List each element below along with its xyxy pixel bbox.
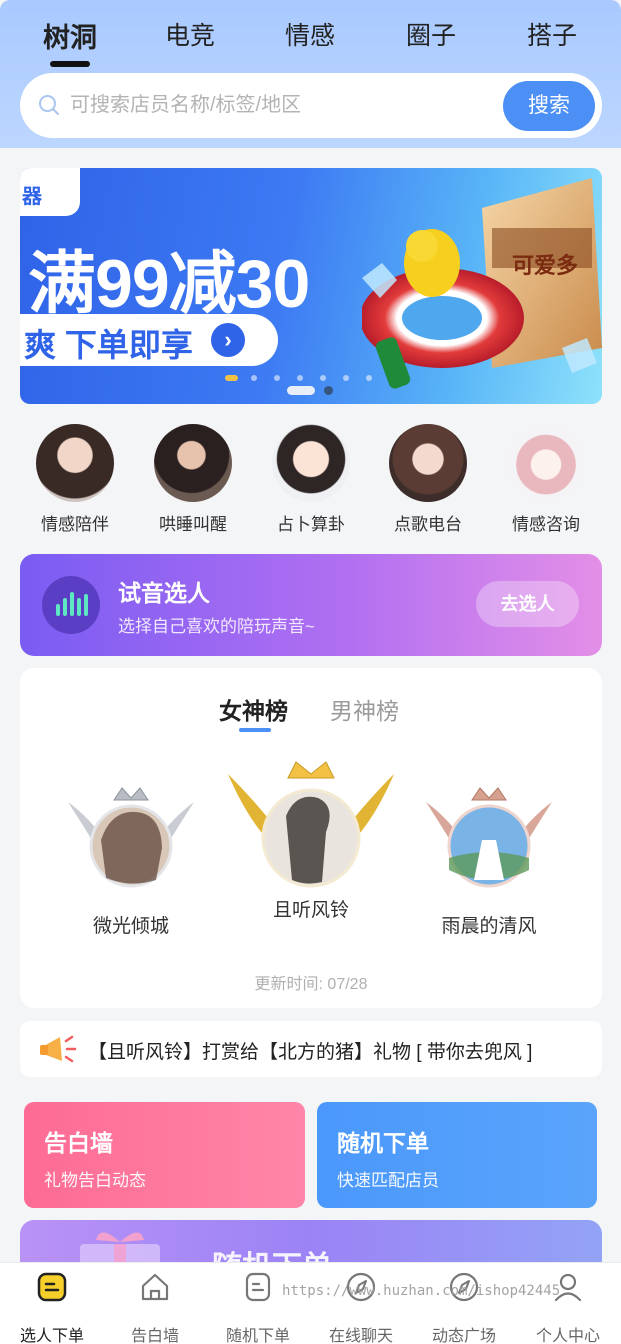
avatar (272, 424, 350, 502)
banner-tag: 器 (20, 168, 80, 216)
slide-dot[interactable] (297, 375, 303, 381)
avatar (507, 424, 585, 502)
top-header: 树洞 电竞 情感 圈子 搭子 搜索 (0, 0, 621, 148)
ice-cream-box-illustration: 可爱多 (362, 178, 602, 389)
nav-label: 随机下单 (225, 1328, 290, 1344)
chevron-right-icon: › (211, 323, 245, 357)
bronze-crown-icon (426, 787, 552, 888)
rank-third-name: 雨晨的清风 (441, 916, 537, 937)
order-icon (37, 1272, 67, 1302)
rank-updated-time: 更新时间: 07/28 (254, 976, 368, 993)
tab-quanzi[interactable]: 圈子 (386, 16, 476, 52)
search-button[interactable]: 搜索 (503, 81, 595, 131)
category-item[interactable]: 情感咨询 (496, 424, 596, 535)
category-label: 情感陪伴 (41, 515, 109, 534)
tab-dianjing[interactable]: 电竞 (145, 16, 235, 52)
category-label: 点歌电台 (394, 515, 462, 534)
sound-wave-icon (42, 576, 100, 634)
category-item[interactable]: 点歌电台 (378, 424, 478, 535)
watermark-text: https://www.huzhan.com/ishop42445 (282, 1283, 561, 1299)
card-title: 告白墙 (44, 1130, 113, 1156)
nav-label: 选人下单 (19, 1328, 84, 1344)
search-icon (39, 95, 59, 115)
tab-qinggan[interactable]: 情感 (265, 16, 355, 52)
slide-dot[interactable] (251, 375, 257, 381)
promo-banner[interactable]: 器 满99减30 爽 下单即享 › 可爱多 (20, 168, 602, 404)
nav-label: 告白墙 (130, 1328, 179, 1344)
confession-wall-card[interactable]: 告白墙 礼物告白动态 (24, 1102, 305, 1208)
bottom-nav: 选人下单 告白墙 随机下单 在线聊天 动态广场 个人中心 (0, 1262, 621, 1344)
slide-dot[interactable] (343, 375, 349, 381)
top-tabs: 树洞 电竞 情感 圈子 搭子 (0, 0, 621, 70)
category-label: 哄睡叫醒 (159, 515, 227, 534)
rank-second[interactable]: 微光倾城 (66, 780, 196, 938)
category-item[interactable]: 哄睡叫醒 (143, 424, 243, 535)
slide-dot[interactable] (225, 375, 238, 381)
card-title: 随机下单 (337, 1130, 429, 1156)
notice-text: 【且听风铃】打赏给【北方的猪】礼物 [ 带你去兜风 ] (88, 1042, 533, 1063)
rank-tab-indicator (239, 728, 271, 732)
voice-select-subtitle: 选择自己喜欢的陪玩声音~ (118, 617, 315, 636)
nav-random-order[interactable]: 随机下单 (208, 1269, 308, 1344)
tab-goddess-rank[interactable]: 女神榜 (219, 692, 288, 726)
rank-first-name: 且听风铃 (272, 900, 349, 921)
slide-dot[interactable] (320, 375, 326, 381)
slide-dot[interactable] (274, 375, 280, 381)
nav-label: 动态广场 (431, 1328, 496, 1344)
rank-third[interactable]: 雨晨的清风 (424, 780, 554, 938)
nav-profile[interactable]: 个人中心 (518, 1269, 618, 1344)
avatar (36, 424, 114, 502)
banner-title: 满99减30 (28, 246, 310, 322)
tab-god-rank[interactable]: 男神榜 (330, 692, 399, 726)
banner-tag-text: 器 (22, 186, 42, 208)
voice-select-title: 试音选人 (118, 580, 210, 606)
banner-cta-text: 爽 下单即享 (24, 327, 193, 363)
home-icon (141, 1273, 169, 1301)
search-input[interactable] (70, 89, 490, 121)
random-order-card[interactable]: 随机下单 快速匹配店员 (317, 1102, 597, 1208)
slide-dot[interactable] (366, 375, 372, 381)
random-icon (245, 1272, 271, 1302)
gold-crown-icon (228, 761, 394, 888)
nav-select-order[interactable]: 选人下单 (2, 1269, 102, 1344)
nav-feed-square[interactable]: 动态广场 (414, 1269, 514, 1344)
card-subtitle: 快速匹配店员 (337, 1171, 439, 1190)
page-indicator-dot (324, 386, 333, 395)
tab-shudong[interactable]: 树洞 (25, 16, 115, 55)
category-item[interactable]: 占卜算卦 (261, 424, 361, 535)
nav-label: 个人中心 (535, 1328, 600, 1344)
avatar (389, 424, 467, 502)
card-subtitle: 礼物告白动态 (44, 1171, 146, 1190)
search-bar: 搜索 (20, 73, 602, 138)
megaphone-icon (40, 1035, 77, 1063)
category-item[interactable]: 情感陪伴 (25, 424, 125, 535)
rank-first[interactable]: 且听风铃 (226, 756, 396, 922)
active-tab-indicator (50, 61, 90, 67)
voice-select-card[interactable]: 试音选人 选择自己喜欢的陪玩声音~ 去选人 (20, 554, 602, 656)
svg-text:可爱多: 可爱多 (512, 253, 578, 278)
gift-notice-bar[interactable]: 【且听风铃】打赏给【北方的猪】礼物 [ 带你去兜风 ] (20, 1021, 602, 1077)
category-row: 情感陪伴 哄睡叫醒 占卜算卦 点歌电台 情感咨询 (20, 424, 602, 536)
nav-online-chat[interactable]: 在线聊天 (311, 1269, 411, 1344)
page-indicator (287, 386, 315, 395)
nav-label: 在线聊天 (328, 1328, 393, 1344)
nav-confession-wall[interactable]: 告白墙 (105, 1269, 205, 1344)
rank-second-name: 微光倾城 (92, 916, 169, 937)
go-select-button[interactable]: 去选人 (476, 581, 579, 627)
avatar (154, 424, 232, 502)
silver-crown-icon (68, 787, 194, 888)
ranking-panel: 女神榜 男神榜 微光倾城 且听风铃 雨晨的清风 更新时间: 07/28 (20, 668, 602, 1008)
category-label: 情感咨询 (512, 515, 580, 534)
tab-dazi[interactable]: 搭子 (507, 16, 597, 52)
category-label: 占卜算卦 (277, 515, 345, 534)
